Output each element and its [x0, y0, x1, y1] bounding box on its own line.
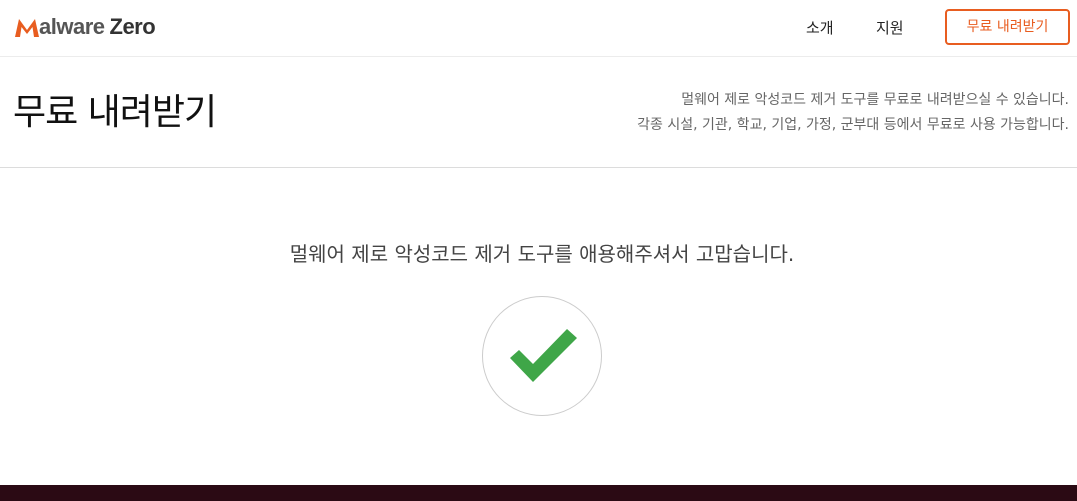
checkmark-icon	[510, 329, 577, 382]
logo-m-icon	[15, 19, 39, 37]
top-navigation-bar: alware Zero 소개 지원 무료 내려받기	[0, 0, 1077, 57]
free-download-button[interactable]: 무료 내려받기	[945, 9, 1070, 45]
thanks-message: 멀웨어 제로 악성코드 제거 도구를 애용해주셔서 고맙습니다.	[289, 242, 795, 266]
header-description-line-2: 각종 시설, 기관, 학교, 기업, 가정, 군부대 등에서 무료로 사용 가능…	[637, 117, 1069, 133]
nav-link-about[interactable]: 소개	[806, 17, 834, 38]
logo-word: alware	[39, 14, 105, 39]
footer-bar	[0, 485, 1077, 501]
header-description-line-1: 멀웨어 제로 악성코드 제거 도구를 무료로 내려받으실 수 있습니다.	[681, 92, 1069, 108]
logo-word-zero: Zero	[109, 14, 156, 39]
page-title: 무료 내려받기	[13, 92, 217, 133]
page-header: 무료 내려받기 멀웨어 제로 악성코드 제거 도구를 무료로 내려받으실 수 있…	[0, 58, 1077, 168]
logo-text: alware Zero	[39, 14, 156, 40]
success-status-circle	[482, 296, 602, 416]
nav-link-support[interactable]: 지원	[876, 17, 904, 38]
malware-zero-logo[interactable]: alware Zero	[14, 12, 156, 42]
